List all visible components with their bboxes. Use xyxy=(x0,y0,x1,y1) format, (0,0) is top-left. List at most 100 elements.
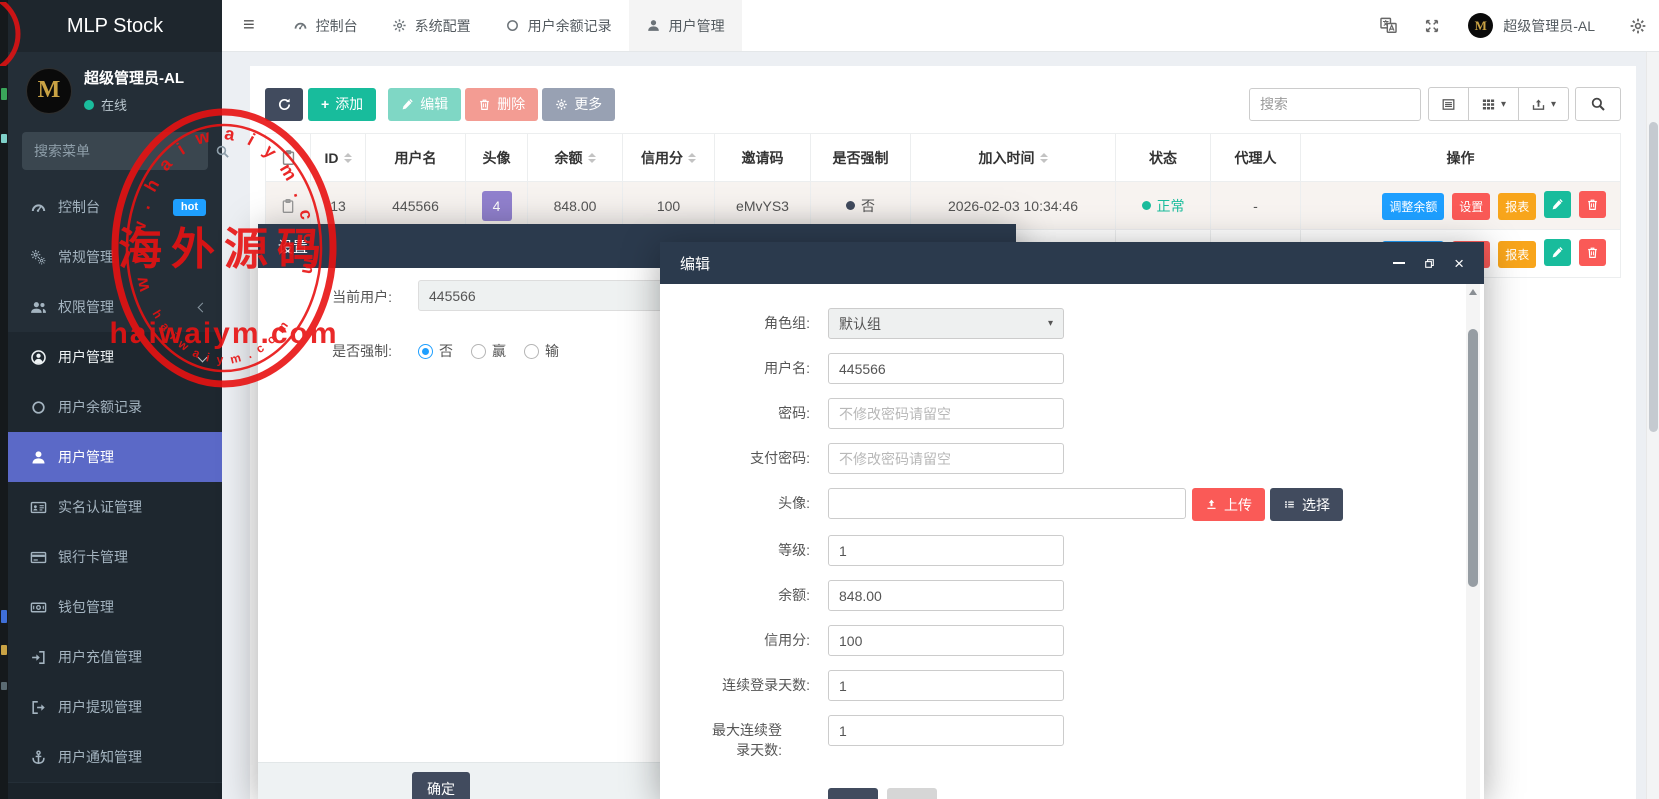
col-credit[interactable]: 信用分 xyxy=(623,134,715,182)
tab-user-balance-log[interactable]: 用户余额记录 xyxy=(488,0,629,51)
credit-field[interactable] xyxy=(828,625,1064,656)
row-delete-button[interactable] xyxy=(1579,239,1606,266)
table-search-input[interactable] xyxy=(1249,88,1421,121)
edit-button[interactable]: 编辑 xyxy=(388,88,461,121)
col-status[interactable]: 状态 xyxy=(1116,134,1211,182)
col-username[interactable]: 用户名 xyxy=(366,134,466,182)
radio-no[interactable] xyxy=(418,344,433,359)
detail-view-button[interactable] xyxy=(1428,87,1469,121)
hamburger-menu-icon[interactable]: ≡ xyxy=(222,14,276,37)
sidebar-item-user-balance-log[interactable]: 用户余额记录 xyxy=(8,382,222,432)
sidebar-item-permissions[interactable]: 权限管理 xyxy=(8,282,222,332)
search-submit-button[interactable] xyxy=(1575,87,1621,121)
row-checkbox[interactable] xyxy=(266,182,311,230)
user-icon xyxy=(30,449,47,466)
tab-user-management[interactable]: 用户管理 xyxy=(629,0,742,51)
max-login-days-field[interactable] xyxy=(828,715,1064,746)
tab-system-config[interactable]: 系统配置 xyxy=(375,0,488,51)
col-join-time[interactable]: 加入时间 xyxy=(911,134,1116,182)
choose-button[interactable]: 选择 xyxy=(1270,488,1343,521)
export-button[interactable]: ▾ xyxy=(1519,87,1569,121)
add-button[interactable]: + 添加 xyxy=(308,88,376,121)
brand-logo[interactable]: MLP Stock xyxy=(8,0,222,52)
role-group-select[interactable]: 默认组 ▾ xyxy=(828,308,1064,339)
sort-icon[interactable] xyxy=(344,153,352,163)
sidebar-search-input[interactable] xyxy=(34,143,215,159)
form-row-max-login-days: 最大连续登录天数: xyxy=(678,715,1484,760)
sidebar-item-user-management[interactable]: 用户管理 xyxy=(8,432,222,482)
field-label: 角色组: xyxy=(678,308,810,334)
row-edit-button[interactable] xyxy=(1544,239,1571,266)
table-row[interactable]: 13 445566 4 848.00 100 eMvYS3 否 2026-02-… xyxy=(266,182,1621,230)
row-delete-button[interactable] xyxy=(1579,191,1606,218)
sidebar-item-dashboard[interactable]: 控制台 hot xyxy=(8,182,222,232)
edit-confirm-button-partial[interactable] xyxy=(828,788,878,799)
username-field[interactable] xyxy=(828,353,1064,384)
sidebar-item-general[interactable]: 常规管理 xyxy=(8,232,222,282)
maximize-icon[interactable] xyxy=(1423,257,1436,270)
radio-lose[interactable] xyxy=(524,344,539,359)
edit-modal-header[interactable]: 编辑 × xyxy=(660,242,1484,284)
more-button[interactable]: 更多 xyxy=(542,88,615,121)
columns-button[interactable]: ▾ xyxy=(1469,87,1519,121)
report-button[interactable]: 报表 xyxy=(1498,241,1536,268)
edge-fragment xyxy=(1,645,7,655)
sidebar-item-user-notice[interactable]: 用户通知管理 xyxy=(8,732,222,782)
delete-button[interactable]: 删除 xyxy=(465,88,538,121)
radio-win[interactable] xyxy=(471,344,486,359)
login-days-field[interactable] xyxy=(828,670,1064,701)
adjust-balance-button[interactable]: 调整余额 xyxy=(1382,193,1444,220)
settings-button[interactable]: 设置 xyxy=(1452,193,1490,220)
add-label: 添加 xyxy=(335,94,363,114)
level-field[interactable] xyxy=(828,535,1064,566)
edit-modal-title: 编辑 xyxy=(680,253,710,274)
col-forced[interactable]: 是否强制 xyxy=(811,134,911,182)
scroll-up-arrow-icon[interactable] xyxy=(1469,289,1477,295)
field-label: 连续登录天数: xyxy=(678,670,810,696)
minimize-icon[interactable] xyxy=(1393,262,1405,264)
select-all-checkbox[interactable] xyxy=(266,134,311,182)
col-balance[interactable]: 余额 xyxy=(528,134,623,182)
settings-gear-icon[interactable] xyxy=(1629,17,1647,35)
scrollbar-thumb[interactable] xyxy=(1649,122,1658,432)
scrollbar-thumb[interactable] xyxy=(1468,329,1478,587)
balance-field[interactable] xyxy=(828,580,1064,611)
sidebar-item-bank-card[interactable]: 银行卡管理 xyxy=(8,532,222,582)
translate-icon[interactable] xyxy=(1379,16,1398,35)
sidebar-item-wallet[interactable]: 钱包管理 xyxy=(8,582,222,632)
sidebar-item-user-withdraw[interactable]: 用户提现管理 xyxy=(8,682,222,732)
confirm-button[interactable]: 确定 xyxy=(412,772,470,799)
col-agent[interactable]: 代理人 xyxy=(1211,134,1301,182)
sort-icon[interactable] xyxy=(588,153,596,163)
pay-password-field[interactable] xyxy=(828,443,1064,474)
col-invite-code[interactable]: 邀请码 xyxy=(715,134,811,182)
sidebar-item-user-recharge[interactable]: 用户充值管理 xyxy=(8,632,222,682)
avatar-field[interactable] xyxy=(828,488,1186,519)
fullscreen-icon[interactable] xyxy=(1424,18,1440,34)
modal-scrollbar[interactable] xyxy=(1466,284,1480,799)
upload-icon xyxy=(1205,498,1218,511)
tab-dashboard[interactable]: 控制台 xyxy=(276,0,375,51)
avatar[interactable]: M xyxy=(26,68,72,114)
row-edit-button[interactable] xyxy=(1544,191,1571,218)
edge-fragment xyxy=(1,88,7,100)
page-scrollbar[interactable] xyxy=(1646,52,1659,799)
avatar[interactable]: M xyxy=(1468,13,1493,38)
select-value: 默认组 xyxy=(839,314,881,334)
upload-button[interactable]: 上传 xyxy=(1192,488,1265,521)
radio-label: 赢 xyxy=(492,341,506,361)
close-icon[interactable]: × xyxy=(1454,255,1464,272)
sort-icon[interactable] xyxy=(1040,153,1048,163)
edit-reset-button-partial[interactable] xyxy=(887,788,937,799)
sort-icon[interactable] xyxy=(688,153,696,163)
col-id[interactable]: ID xyxy=(311,134,366,182)
top-navbar: ≡ 控制台 系统配置 用户余额记录 用户管理 M 超级管理员-AL xyxy=(222,0,1659,52)
password-field[interactable] xyxy=(828,398,1064,429)
upload-label: 上传 xyxy=(1224,495,1252,515)
sidebar-item-user-management-group[interactable]: 用户管理 xyxy=(8,332,222,382)
navbar-user-name[interactable]: 超级管理员-AL xyxy=(1503,16,1595,36)
refresh-button[interactable] xyxy=(265,88,303,121)
report-button[interactable]: 报表 xyxy=(1498,193,1536,220)
sidebar-item-realname-auth[interactable]: 实名认证管理 xyxy=(8,482,222,532)
sign-out-icon xyxy=(30,699,47,716)
